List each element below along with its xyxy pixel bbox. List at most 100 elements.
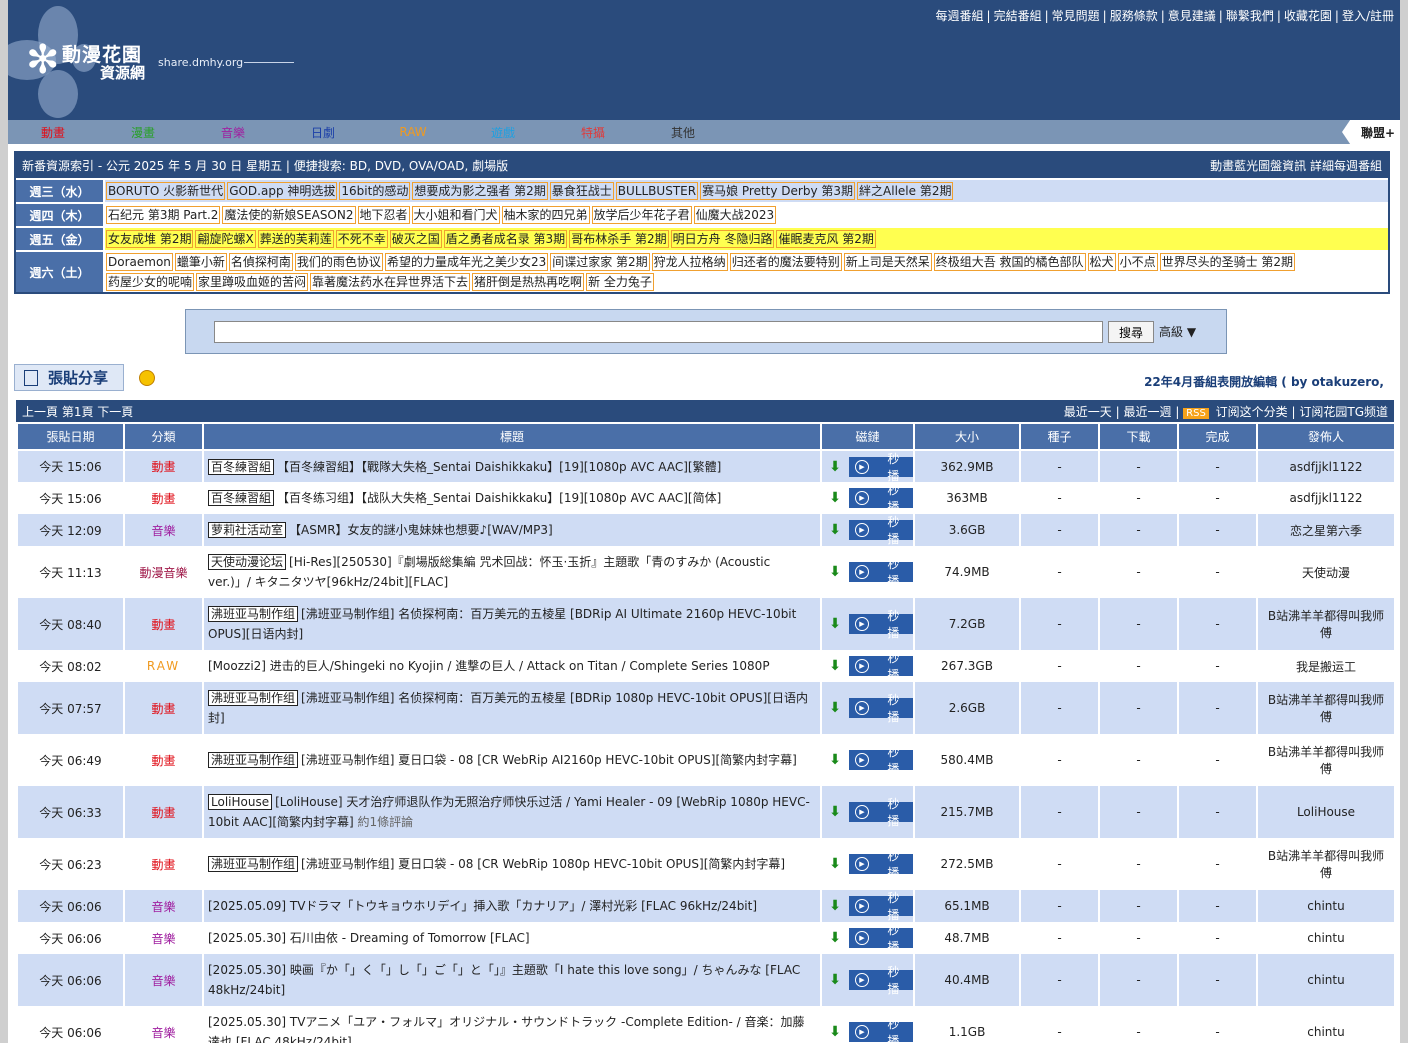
index-right-links[interactable]: 動畫藍光圖盤資訊 詳細每週番組: [1210, 157, 1382, 174]
title-link[interactable]: [Hi-Res][250530]『劇場版総集編 咒术回战：怀玉·玉折』主題歌「青…: [208, 555, 770, 589]
series-link[interactable]: 盾之勇者成名录 第3期: [443, 230, 568, 248]
series-link[interactable]: 靠著魔法药水在异世界活下去: [310, 273, 471, 291]
nav-item[interactable]: 遊戲: [458, 124, 548, 141]
play-button[interactable]: ▶ 秒 播: [849, 797, 913, 828]
title-link[interactable]: [LoliHouse] 天才治疗师退队作为无照治疗师快乐过活 / Yami He…: [208, 795, 810, 829]
play-button[interactable]: ▶ 秒 播: [849, 452, 913, 483]
pager[interactable]: 上一頁 第1頁 下一頁: [22, 403, 133, 420]
title-link[interactable]: [2025.05.09] TVドラマ「トウキョウホリデイ」挿入歌「カナリア」/ …: [208, 899, 757, 913]
announcement[interactable]: 22年4月番組表開放編輯 ( by otakuzero,: [1144, 373, 1384, 390]
series-link[interactable]: 破灭之国: [389, 230, 442, 248]
series-link[interactable]: 地下忍者: [357, 206, 410, 224]
title-link[interactable]: [沸班亚马制作组] 夏日口袋 - 08 [CR WebRip AI2160p H…: [301, 753, 797, 767]
nav-item[interactable]: 日劇: [278, 124, 368, 141]
nav-item[interactable]: 其他: [638, 124, 728, 141]
top-link[interactable]: 收藏花園: [1284, 9, 1332, 23]
publisher[interactable]: chintu: [1256, 954, 1396, 1006]
category-link[interactable]: 動畫: [151, 618, 175, 632]
download-arrow-icon[interactable]: ⬇: [829, 616, 841, 632]
column-header[interactable]: 標題: [202, 422, 822, 451]
download-arrow-icon[interactable]: ⬇: [829, 459, 841, 475]
speaker-icon[interactable]: [139, 370, 155, 386]
series-link[interactable]: 魔法使的新娘SEASON2: [222, 206, 356, 224]
category-link[interactable]: 動畫: [151, 806, 175, 820]
series-link[interactable]: 蠟筆小新: [174, 253, 227, 271]
publisher[interactable]: LoliHouse: [1256, 786, 1396, 838]
category-link[interactable]: 音樂: [151, 524, 175, 538]
title-link[interactable]: 【ASMR】女友的謎小鬼妹妹也想要♪[WAV/MP3]: [289, 523, 553, 537]
publisher[interactable]: 恋之星第六季: [1256, 514, 1396, 546]
series-link[interactable]: 放学后少年花子君: [591, 206, 692, 224]
series-link[interactable]: 仙魔大战2023: [693, 206, 777, 224]
publisher[interactable]: asdfjjkl1122: [1256, 450, 1396, 482]
category-link[interactable]: 動畫: [151, 858, 175, 872]
title-link[interactable]: [沸班亚马制作组] 夏日口袋 - 08 [CR WebRip 1080p HEV…: [301, 857, 785, 871]
team-tag[interactable]: 天使动漫论坛: [208, 554, 287, 570]
top-link[interactable]: 常見問題: [1052, 9, 1100, 23]
play-button[interactable]: ▶ 秒 播: [849, 891, 913, 922]
column-header[interactable]: 下載: [1098, 422, 1179, 451]
series-link[interactable]: 松犬: [1087, 253, 1116, 271]
series-link[interactable]: 新 全力兔子: [586, 273, 654, 291]
play-button[interactable]: ▶ 秒 播: [849, 923, 913, 954]
publisher[interactable]: 我是搬运工: [1256, 650, 1396, 682]
play-button[interactable]: ▶ 秒 播: [849, 651, 913, 682]
play-button[interactable]: ▶ 秒 播: [849, 609, 913, 640]
post-share-button[interactable]: 張貼分享: [14, 364, 124, 391]
download-arrow-icon[interactable]: ⬇: [829, 752, 841, 768]
series-link[interactable]: 家里蹲吸血姬的苦闷: [196, 273, 309, 291]
category-link[interactable]: 動畫: [151, 754, 175, 768]
team-tag[interactable]: 沸班亚马制作组: [208, 690, 299, 706]
play-button[interactable]: ▶ 秒 播: [849, 693, 913, 724]
title-link[interactable]: [Moozzi2] 进击的巨人/Shingeki no Kyojin / 進撃の…: [208, 659, 770, 673]
team-tag[interactable]: 沸班亚马制作组: [208, 752, 299, 768]
publisher[interactable]: asdfjjkl1122: [1256, 482, 1396, 514]
series-link[interactable]: 石纪元 第3期 Part.2: [106, 206, 221, 224]
series-link[interactable]: 世界尽头的圣骑士 第2期: [1159, 253, 1296, 271]
team-tag[interactable]: 萝莉社活动室: [208, 522, 287, 538]
advanced-search-toggle[interactable]: 高級 ▼: [1159, 323, 1196, 340]
series-link[interactable]: 暴食狂战士: [549, 182, 614, 200]
team-tag[interactable]: 沸班亚马制作组: [208, 856, 299, 872]
play-button[interactable]: ▶ 秒 播: [849, 1017, 913, 1043]
title-link[interactable]: 【百冬練習組】【戰隊大失格_Sentai Daishikkaku】[19][10…: [277, 460, 721, 474]
category-link[interactable]: 動畫: [151, 702, 175, 716]
alliance-button[interactable]: 聯盟+: [1342, 120, 1400, 144]
title-link[interactable]: [2025.05.30] 石川由依 - Dreaming of Tomorrow…: [208, 931, 530, 945]
play-button[interactable]: ▶ 秒 播: [849, 515, 913, 546]
play-button[interactable]: ▶ 秒 播: [849, 745, 913, 776]
series-link[interactable]: 猪肝倒是热热再吃啊: [472, 273, 585, 291]
play-button[interactable]: ▶ 秒 播: [849, 483, 913, 514]
series-link[interactable]: 葬送的芙莉莲: [257, 230, 334, 248]
nav-item[interactable]: 漫畫: [98, 124, 188, 141]
search-input[interactable]: [214, 321, 1103, 343]
team-tag[interactable]: LoliHouse: [208, 794, 273, 810]
column-header[interactable]: 分類: [123, 422, 204, 451]
series-link[interactable]: 狩龙人拉格纳: [651, 253, 728, 271]
publisher[interactable]: B站沸羊羊都得叫我师傅: [1256, 838, 1396, 890]
series-link[interactable]: BULLBUSTER: [615, 182, 699, 200]
download-arrow-icon[interactable]: ⬇: [829, 972, 841, 988]
top-link[interactable]: 服務條款: [1110, 9, 1158, 23]
top-link[interactable]: 意見建議: [1168, 9, 1216, 23]
series-link[interactable]: 哥布林杀手 第2期: [569, 230, 669, 248]
series-link[interactable]: BORUTO 火影新世代: [106, 182, 226, 200]
download-arrow-icon[interactable]: ⬇: [829, 898, 841, 914]
nav-item[interactable]: 特攝: [548, 124, 638, 141]
logo-subtitle[interactable]: 資源網: [100, 62, 145, 83]
publisher[interactable]: B站沸羊羊都得叫我师傅: [1256, 734, 1396, 786]
nav-item[interactable]: 動畫: [8, 124, 98, 141]
publisher[interactable]: 天使动漫: [1256, 546, 1396, 598]
category-link[interactable]: 動漫音樂: [139, 566, 187, 580]
play-button[interactable]: ▶ 秒 播: [849, 557, 913, 588]
download-arrow-icon[interactable]: ⬇: [829, 564, 841, 580]
rss-icon[interactable]: RSS: [1183, 407, 1209, 419]
series-link[interactable]: 小不点: [1117, 253, 1158, 271]
series-link[interactable]: 归还者的魔法要特别: [729, 253, 842, 271]
top-link[interactable]: 登入/註冊: [1342, 9, 1394, 23]
top-link[interactable]: 聯繫我們: [1226, 9, 1274, 23]
team-tag[interactable]: 百冬練習組: [208, 458, 275, 475]
series-link[interactable]: 赛马娘 Pretty Derby 第3期: [700, 182, 856, 200]
series-link[interactable]: 名偵探柯南: [228, 253, 293, 271]
series-link[interactable]: 想要成为影之强者 第2期: [412, 182, 548, 200]
